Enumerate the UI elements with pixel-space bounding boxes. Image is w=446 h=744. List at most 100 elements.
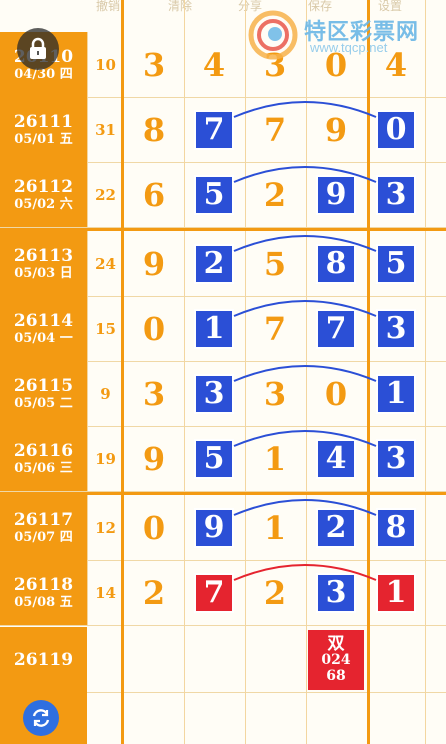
lock-button[interactable] <box>17 28 59 70</box>
digit-cell[interactable]: 1 <box>245 426 305 491</box>
digit-cell[interactable]: 3 <box>245 361 305 426</box>
prediction-digits-1: 024 <box>321 652 351 668</box>
sum-value: 12 <box>87 495 123 560</box>
digit-cell[interactable]: 7 <box>184 97 244 162</box>
digit-cell[interactable]: 1 <box>367 361 425 426</box>
highlighted-digit: 3 <box>376 308 416 349</box>
digit-cell[interactable]: 3 <box>367 296 425 361</box>
period-date: 05/07 四 <box>14 529 73 545</box>
sum-value: 19 <box>87 426 123 491</box>
period-number: 26116 <box>13 440 74 461</box>
digit-value: 2 <box>142 573 166 612</box>
digit-cell[interactable]: 7 <box>306 296 366 361</box>
sum-value: 14 <box>87 560 123 625</box>
digit-cell[interactable]: 3 <box>367 426 425 491</box>
sum-value: 24 <box>87 231 123 296</box>
digit-cell[interactable]: 1 <box>184 296 244 361</box>
digit-cell[interactable]: 1 <box>367 560 425 625</box>
highlighted-digit: 5 <box>194 438 234 479</box>
sum-value: 22 <box>87 162 123 227</box>
undo-button[interactable]: 撤销 <box>96 0 120 14</box>
column-divider <box>425 0 426 744</box>
period-date: 05/06 三 <box>14 460 73 476</box>
digit-value: 3 <box>142 45 166 84</box>
highlighted-digit: 9 <box>316 174 356 215</box>
draw-row: 26115 05/05 二933301 <box>0 361 446 427</box>
digit-cell[interactable]: 2 <box>245 560 305 625</box>
highlighted-digit: 2 <box>316 507 356 548</box>
digit-cell[interactable]: 7 <box>184 560 244 625</box>
period-cell: 26116 05/06 三 <box>0 426 87 491</box>
digit-cell[interactable]: 5 <box>184 162 244 227</box>
digit-value: 7 <box>263 309 287 348</box>
next-period-number: 26119 <box>13 649 74 670</box>
highlighted-digit: 8 <box>376 507 416 548</box>
period-date: 05/01 五 <box>14 131 73 147</box>
digit-cell[interactable]: 5 <box>184 426 244 491</box>
digit-cell[interactable]: 1 <box>245 495 305 560</box>
period-number: 26115 <box>13 375 74 396</box>
column-divider <box>245 0 246 744</box>
prediction-badge[interactable]: 双 024 68 <box>308 630 364 690</box>
digit-cell[interactable]: 9 <box>124 231 184 296</box>
digit-cell[interactable]: 3 <box>367 162 425 227</box>
digit-cell[interactable]: 0 <box>367 97 425 162</box>
next-period-row: 26119 <box>0 627 446 693</box>
digit-cell[interactable]: 4 <box>306 426 366 491</box>
clear-button[interactable]: 清除 <box>168 0 192 14</box>
digit-cell[interactable]: 0 <box>124 296 184 361</box>
digit-cell[interactable]: 4 <box>184 32 244 97</box>
highlighted-digit: 3 <box>376 174 416 215</box>
draw-row: 26113 05/03 日 24 9 2 5 8 5 <box>0 231 446 297</box>
digit-cell[interactable]: 0 <box>306 361 366 426</box>
digit-cell[interactable]: 5 <box>367 231 425 296</box>
digit-cell[interactable]: 9 <box>306 97 366 162</box>
sum-value: 9 <box>87 361 123 426</box>
digit-cell[interactable]: 7 <box>245 296 305 361</box>
digit-cell[interactable]: 2 <box>306 495 366 560</box>
period-date: 05/05 二 <box>14 395 73 411</box>
digit-cell[interactable]: 3 <box>124 361 184 426</box>
period-date: 05/02 六 <box>14 196 73 212</box>
digit-cell[interactable]: 3 <box>306 560 366 625</box>
column-divider <box>306 0 307 744</box>
group-separator <box>0 228 446 231</box>
digit-cell[interactable]: 8 <box>306 231 366 296</box>
period-number: 26111 <box>13 111 74 132</box>
digit-cell[interactable]: 3 <box>184 361 244 426</box>
sum-value: 15 <box>87 296 123 361</box>
period-cell: 26115 05/05 二 <box>0 361 87 426</box>
digit-cell[interactable]: 8 <box>367 495 425 560</box>
digit-cell[interactable]: 5 <box>245 231 305 296</box>
digit-value: 8 <box>142 110 166 149</box>
digit-cell[interactable]: 0 <box>124 495 184 560</box>
digit-value: 0 <box>142 309 166 348</box>
sum-value: 10 <box>87 32 123 97</box>
period-cell: 26118 05/08 五 <box>0 560 87 625</box>
highlighted-digit: 1 <box>194 308 234 349</box>
digit-cell[interactable]: 9 <box>124 426 184 491</box>
watermark-url: www.tqcp.net <box>310 40 388 55</box>
prediction-digits-2: 68 <box>326 668 346 684</box>
digit-cell[interactable]: 6 <box>124 162 184 227</box>
digit-cell[interactable]: 2 <box>124 560 184 625</box>
highlighted-digit: 7 <box>194 572 234 613</box>
digit-cell[interactable]: 8 <box>124 97 184 162</box>
column-separator <box>121 0 124 744</box>
digit-cell[interactable]: 9 <box>306 162 366 227</box>
refresh-button[interactable] <box>23 700 59 736</box>
highlighted-digit: 0 <box>376 109 416 150</box>
digit-value: 9 <box>142 439 166 478</box>
digit-value: 9 <box>142 244 166 283</box>
site-watermark: 特区彩票网 www.tqcp.net <box>248 6 443 62</box>
digit-cell[interactable]: 2 <box>245 162 305 227</box>
digit-cell[interactable]: 9 <box>184 495 244 560</box>
period-date: 05/04 一 <box>14 330 73 346</box>
digit-cell[interactable]: 7 <box>245 97 305 162</box>
period-cell: 26111 05/01 五 <box>0 97 87 162</box>
digit-cell[interactable]: 2 <box>184 231 244 296</box>
prediction-parity: 双 <box>327 634 345 654</box>
highlighted-digit: 3 <box>194 373 234 414</box>
digit-value: 7 <box>263 110 287 149</box>
digit-cell[interactable]: 3 <box>124 32 184 97</box>
